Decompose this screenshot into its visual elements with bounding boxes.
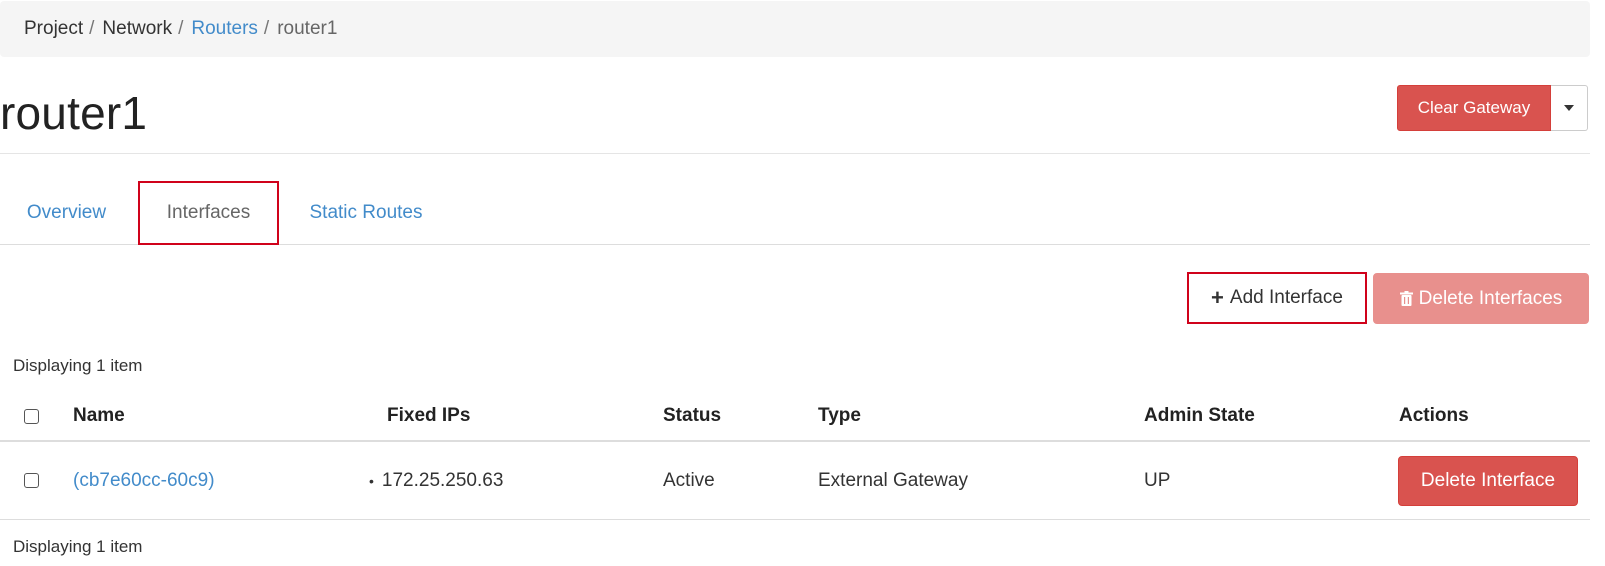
more-actions-dropdown-toggle[interactable] [1551, 85, 1588, 131]
add-interface-button[interactable]: + Add Interface [1187, 272, 1367, 324]
row-checkbox[interactable] [24, 473, 39, 488]
actions-cell: Delete Interface [1398, 442, 1578, 519]
column-header-actions: Actions [1399, 405, 1469, 426]
breadcrumb-current: router1 [277, 18, 338, 39]
tab-static-routes[interactable]: Static Routes [284, 181, 448, 245]
delete-interface-button[interactable]: Delete Interface [1398, 455, 1578, 506]
plus-icon: + [1211, 285, 1224, 310]
title-divider [0, 153, 1590, 154]
interfaces-table: Name Fixed IPs Status Type Admin State A… [0, 392, 1590, 520]
select-all-checkbox[interactable] [24, 408, 39, 424]
row-select-cell [24, 442, 39, 519]
gateway-action-group: Clear Gateway [1397, 85, 1588, 131]
breadcrumb-routers-link[interactable]: Routers [191, 18, 258, 40]
breadcrumb-separator: / [89, 18, 95, 39]
breadcrumb-project: Project [24, 18, 84, 39]
tab-overview[interactable]: Overview [0, 181, 133, 245]
column-header-fixed-ips[interactable]: Fixed IPs [387, 392, 470, 440]
admin-state-cell: UP [1144, 469, 1171, 491]
breadcrumb-separator: / [178, 18, 184, 39]
item-count-top: Displaying 1 item [13, 356, 143, 375]
fixed-ip-cell: • 172.25.250.63 [369, 442, 503, 519]
bullet-icon: • [369, 472, 374, 489]
item-count-bottom: Displaying 1 item [13, 537, 143, 556]
delete-interfaces-label: Delete Interfaces [1418, 287, 1563, 309]
table-row: (cb7e60cc-60c9) • 172.25.250.63 Active E… [0, 442, 1590, 520]
breadcrumb-separator: / [263, 18, 270, 39]
column-header-status[interactable]: Status [663, 392, 721, 440]
table-header-row: Name Fixed IPs Status Type Admin State A… [0, 392, 1590, 442]
breadcrumb-network: Network [102, 18, 173, 39]
tab-bar: Overview Interfaces Static Routes [0, 181, 1590, 245]
caret-down-icon [1564, 105, 1574, 111]
column-header-name[interactable]: Name [73, 392, 125, 440]
interface-name-link[interactable]: (cb7e60cc-60c9) [73, 442, 215, 519]
delete-interfaces-button[interactable]: Delete Interfaces [1373, 273, 1589, 324]
add-interface-label: Add Interface [1229, 287, 1343, 308]
breadcrumb: Project / Network / Routers / router1 [0, 1, 1590, 57]
clear-gateway-button[interactable]: Clear Gateway [1397, 85, 1551, 131]
tab-interfaces[interactable]: Interfaces [138, 181, 279, 245]
column-header-admin-state[interactable]: Admin State [1144, 392, 1255, 440]
page-title: router1 [0, 87, 148, 139]
fixed-ip-value: 172.25.250.63 [381, 469, 504, 491]
select-all-cell [24, 392, 39, 440]
type-cell: External Gateway [818, 469, 968, 491]
column-header-type[interactable]: Type [818, 392, 861, 440]
trash-icon [1399, 291, 1413, 306]
status-cell: Active [663, 469, 715, 491]
